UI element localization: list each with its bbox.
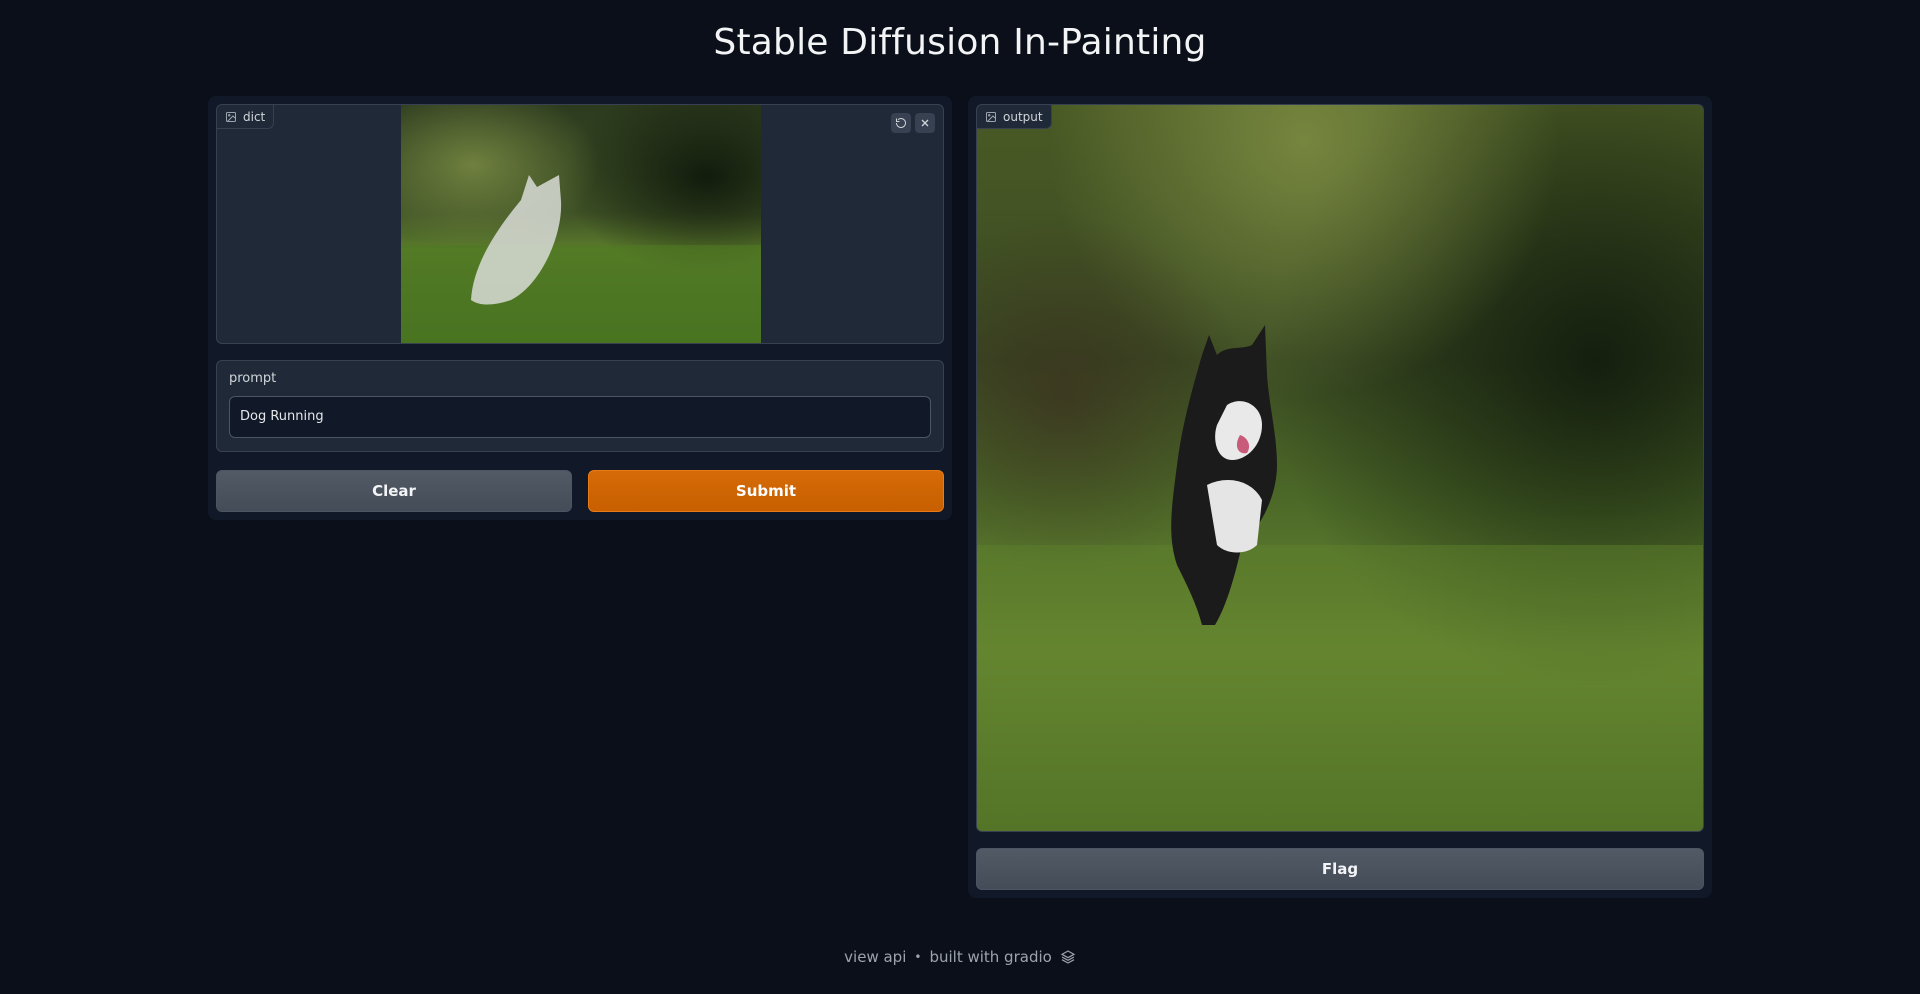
output-image[interactable]: output [976, 104, 1704, 832]
image-icon [986, 111, 996, 122]
input-panel: dict prompt Dog Running Clear Submit [208, 96, 952, 520]
undo-button[interactable] [891, 113, 911, 133]
submit-button[interactable]: Submit [588, 470, 944, 512]
page-title: Stable Diffusion In-Painting [713, 22, 1207, 63]
input-image-label: dict [217, 105, 275, 129]
prompt-input[interactable]: Dog Running [229, 396, 931, 438]
image-tools [891, 113, 935, 133]
undo-icon [896, 118, 906, 128]
clear-image-button[interactable] [915, 113, 935, 133]
flag-button[interactable]: Flag [976, 848, 1704, 890]
footer-separator: • [914, 950, 922, 964]
output-photo [977, 105, 1703, 831]
output-image-label-text: output [1003, 109, 1043, 124]
close-icon [921, 119, 929, 127]
image-icon [226, 111, 236, 122]
gradio-logo-icon [1060, 950, 1076, 964]
footer: view api • built with gradio [0, 948, 1920, 966]
output-panel: output Flag [968, 96, 1712, 898]
view-api-link[interactable]: view api [844, 948, 906, 966]
sketch-image-input[interactable]: dict [216, 104, 944, 344]
built-with-gradio-link[interactable]: built with gradio [929, 948, 1051, 966]
input-photo[interactable] [401, 105, 761, 343]
clear-button[interactable]: Clear [216, 470, 572, 512]
input-image-label-text: dict [243, 109, 266, 124]
prompt-label: prompt [229, 371, 277, 386]
output-image-label: output [977, 105, 1052, 129]
prompt-block: prompt Dog Running [216, 360, 944, 452]
